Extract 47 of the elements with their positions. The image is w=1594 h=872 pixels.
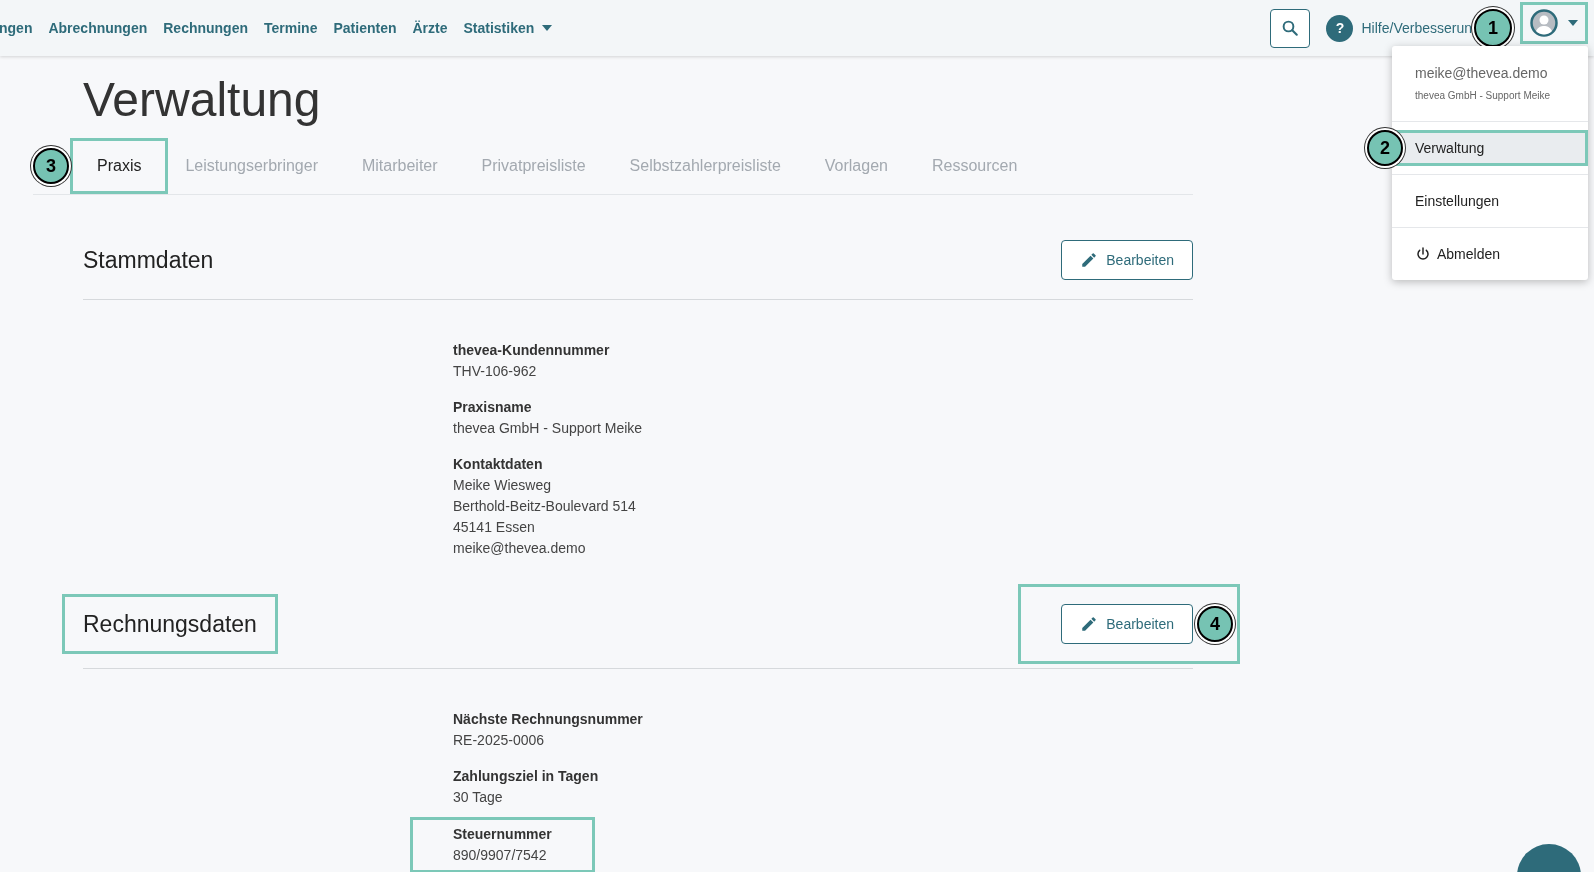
tab[interactable]: Praxis (70, 138, 169, 194)
help-icon: ? (1326, 14, 1354, 42)
menu-item[interactable]: Einstellungen (1392, 183, 1588, 219)
user-email: meike@thevea.demo (1415, 64, 1549, 83)
field-value: Meike Wiesweg (453, 476, 553, 495)
nav-link[interactable]: Rechnungen (163, 17, 248, 39)
caret-icon (542, 25, 553, 31)
field-value: RE-2025-0006 (453, 731, 546, 750)
pencil-icon (1080, 615, 1099, 633)
edit-button[interactable]: Bearbeiten (1061, 604, 1193, 644)
field-value: THV-106-962 (453, 362, 538, 381)
section-heading: Rechnungsdaten (83, 609, 257, 639)
callout-number-marker: 4 (1197, 606, 1233, 642)
field-label: thevea-Kundennummer (453, 341, 611, 360)
organization-name: thevea GmbH - Support Meike (1415, 89, 1552, 103)
search-icon (1281, 19, 1300, 37)
nav-link[interactable]: Ärzte (412, 17, 448, 39)
field-value: 45141 Essen (453, 518, 536, 537)
callout-number-marker: 2 (1367, 130, 1403, 166)
field-label: Kontaktdaten (453, 455, 544, 474)
menu-item[interactable]: Abmelden (1392, 236, 1588, 272)
power-icon (1415, 246, 1431, 262)
edit-button[interactable]: Bearbeiten (1061, 240, 1193, 280)
nav-link[interactable]: ngen (0, 17, 33, 39)
field-label: Nächste Rechnungsnummer (453, 710, 644, 729)
field-value: Berthold-Beitz-Boulevard 514 (453, 497, 637, 516)
nav-link[interactable]: Termine (264, 17, 318, 39)
page-title: Verwaltung (83, 72, 322, 128)
nav-link[interactable]: Patienten (333, 17, 397, 39)
callout-number-marker: 3 (33, 148, 69, 184)
field-value: 30 Tage (453, 788, 504, 807)
help-link[interactable]: ? Hilfe/Verbesserun (1326, 14, 1472, 42)
field-label: Praxisname (453, 398, 533, 417)
nav-link[interactable]: Abrechnungen (48, 17, 148, 39)
search-button[interactable] (1270, 8, 1311, 48)
section-heading: Stammdaten (83, 245, 214, 275)
pencil-icon (1080, 251, 1099, 269)
field-value: 890/9907/7542 (453, 846, 548, 865)
caret-icon (1568, 20, 1578, 26)
avatar-icon (1530, 9, 1558, 37)
field-value: thevea GmbH - Support Meike (453, 419, 644, 438)
field-label: Zahlungsziel in Tagen (453, 767, 600, 786)
field-label: Steuernummer (453, 825, 552, 844)
nav-link[interactable]: Statistiken (463, 17, 553, 39)
field-value: meike@thevea.demo (453, 539, 587, 558)
callout-number-marker: 1 (1474, 9, 1512, 47)
user-menu-button[interactable] (1520, 2, 1588, 44)
